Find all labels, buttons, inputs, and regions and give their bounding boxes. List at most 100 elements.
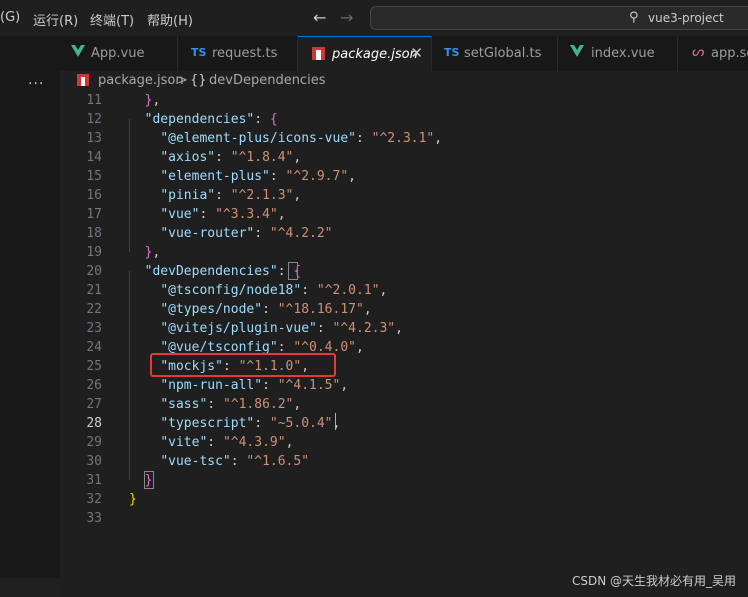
chevron-right-icon: > xyxy=(177,73,188,88)
code-line[interactable]: 29 "vite": "^4.3.9", xyxy=(60,433,748,452)
forward-arrow-icon[interactable]: → xyxy=(340,8,353,27)
command-center-search[interactable]: ⚲ vue3-project xyxy=(370,6,748,30)
activity-bar-footer xyxy=(0,578,60,597)
code-line[interactable]: 18 "vue-router": "^4.2.2" xyxy=(60,224,748,243)
code-line[interactable]: 16 "pinia": "^2.1.3", xyxy=(60,186,748,205)
tab-label: setGlobal.ts xyxy=(464,46,542,61)
line-number: 24 xyxy=(86,340,102,355)
line-number: 33 xyxy=(86,511,102,526)
line-number: 16 xyxy=(86,188,102,203)
code-editor[interactable]: 11 }, 12 "dependencies": {13 "@element-pl… xyxy=(60,91,748,597)
code-line[interactable]: 19 }, xyxy=(60,243,748,262)
menu-item-go[interactable]: (G) xyxy=(0,10,20,25)
close-icon[interactable]: ✕ xyxy=(410,44,423,62)
code-line[interactable]: 12 "dependencies": { xyxy=(60,110,748,129)
tab-label: app.sc xyxy=(711,46,748,61)
code-text: "pinia": "^2.1.3", xyxy=(160,188,302,203)
code-line[interactable]: 13 "@element-plus/icons-vue": "^2.3.1", xyxy=(60,129,748,148)
text-cursor xyxy=(335,413,336,430)
more-actions-icon[interactable]: ··· xyxy=(28,76,44,92)
activity-bar: ··· xyxy=(0,36,60,597)
code-text: }, xyxy=(144,93,161,108)
code-text: "element-plus": "^2.9.7", xyxy=(160,169,356,184)
code-line[interactable]: 28 "typescript": "~5.0.4", xyxy=(60,414,748,433)
code-line[interactable]: 26 "npm-run-all": "^4.1.5", xyxy=(60,376,748,395)
tab-request-ts[interactable]: TS request.ts xyxy=(178,36,298,71)
code-line[interactable]: 17 "vue": "^3.3.4", xyxy=(60,205,748,224)
code-text: "sass": "^1.86.2", xyxy=(160,397,302,412)
code-line[interactable]: 22 "@types/node": "^18.16.17", xyxy=(60,300,748,319)
tab-index-vue[interactable]: index.vue xyxy=(558,36,678,71)
breadcrumb: package.json > {} devDependencies xyxy=(60,71,748,91)
code-text: "typescript": "~5.0.4", xyxy=(160,416,341,431)
search-icon: ⚲ xyxy=(629,10,639,25)
vue-file-icon xyxy=(570,45,584,57)
line-number: 15 xyxy=(86,169,102,184)
code-line[interactable]: 14 "axios": "^1.8.4", xyxy=(60,148,748,167)
breadcrumb-file[interactable]: package.json xyxy=(98,73,184,88)
editor-tab-bar: App.vue TS request.ts package.json ✕ TS … xyxy=(60,36,748,71)
code-text: "vue": "^3.3.4", xyxy=(160,207,286,222)
npm-file-icon xyxy=(312,47,325,60)
tab-app-scss[interactable]: ᔕ app.sc xyxy=(678,36,748,71)
back-arrow-icon[interactable]: ← xyxy=(313,8,326,27)
code-text: "@element-plus/icons-vue": "^2.3.1", xyxy=(160,131,443,146)
line-number: 18 xyxy=(86,226,102,241)
typescript-file-icon: TS xyxy=(191,46,207,59)
code-line[interactable]: 32} xyxy=(60,490,748,509)
search-text: vue3-project xyxy=(648,11,724,25)
menu-item-terminal[interactable]: 终端(T) xyxy=(90,10,134,29)
code-text: "@vitejs/plugin-vue": "^4.2.3", xyxy=(160,321,403,336)
line-number: 25 xyxy=(86,359,102,374)
code-line[interactable]: 11 }, xyxy=(60,91,748,110)
line-number: 22 xyxy=(86,302,102,317)
menu-item-run[interactable]: 运行(R) xyxy=(33,10,78,29)
code-line[interactable]: 27 "sass": "^1.86.2", xyxy=(60,395,748,414)
tab-app-vue[interactable]: App.vue xyxy=(60,36,178,71)
code-text: "vite": "^4.3.9", xyxy=(160,435,294,450)
code-line[interactable]: 31 } xyxy=(60,471,748,490)
line-number: 11 xyxy=(86,93,102,108)
line-number: 27 xyxy=(86,397,102,412)
code-line[interactable]: 30 "vue-tsc": "^1.6.5" xyxy=(60,452,748,471)
line-number: 30 xyxy=(86,454,102,469)
code-text: "dependencies": { xyxy=(144,112,278,127)
vue-file-icon xyxy=(71,45,85,57)
tab-label: package.json xyxy=(332,47,418,62)
line-number: 28 xyxy=(86,416,102,431)
tab-setglobal-ts[interactable]: TS setGlobal.ts xyxy=(432,36,558,71)
code-line[interactable]: 20 "devDependencies": { xyxy=(60,262,748,281)
line-number: 19 xyxy=(86,245,102,260)
watermark: CSDN @天生我材必有用_吴用 xyxy=(571,574,736,588)
line-number: 20 xyxy=(86,264,102,279)
typescript-file-icon: TS xyxy=(444,46,460,59)
line-number: 29 xyxy=(86,435,102,450)
line-number: 31 xyxy=(86,473,102,488)
tab-label: index.vue xyxy=(591,46,655,61)
line-number: 17 xyxy=(86,207,102,222)
code-line[interactable]: 33 xyxy=(60,509,748,528)
tab-label: request.ts xyxy=(212,46,278,61)
code-text: "axios": "^1.8.4", xyxy=(160,150,302,165)
sass-file-icon: ᔕ xyxy=(692,44,705,60)
code-text: "@types/node": "^18.16.17", xyxy=(160,302,372,317)
code-line[interactable]: 21 "@tsconfig/node18": "^2.0.1", xyxy=(60,281,748,300)
title-bar: (G) 运行(R) 终端(T) 帮助(H) ← → ⚲ vue3-project xyxy=(0,0,748,36)
breadcrumb-symbol[interactable]: devDependencies xyxy=(209,73,325,88)
tab-package-json[interactable]: package.json ✕ xyxy=(298,36,432,71)
code-text: "vue-tsc": "^1.6.5" xyxy=(160,454,310,469)
code-text: "vue-router": "^4.2.2" xyxy=(160,226,333,241)
code-text: "devDependencies": { xyxy=(144,264,302,279)
line-number: 23 xyxy=(86,321,102,336)
line-number: 26 xyxy=(86,378,102,393)
line-number: 21 xyxy=(86,283,102,298)
line-number: 13 xyxy=(86,131,102,146)
line-number: 32 xyxy=(86,492,102,507)
line-number: 12 xyxy=(86,112,102,127)
npm-file-icon xyxy=(77,74,89,86)
code-line[interactable]: 23 "@vitejs/plugin-vue": "^4.2.3", xyxy=(60,319,748,338)
menu-item-help[interactable]: 帮助(H) xyxy=(147,10,193,29)
tab-label: App.vue xyxy=(91,46,145,61)
code-line[interactable]: 15 "element-plus": "^2.9.7", xyxy=(60,167,748,186)
bracket-match-box xyxy=(288,262,298,280)
